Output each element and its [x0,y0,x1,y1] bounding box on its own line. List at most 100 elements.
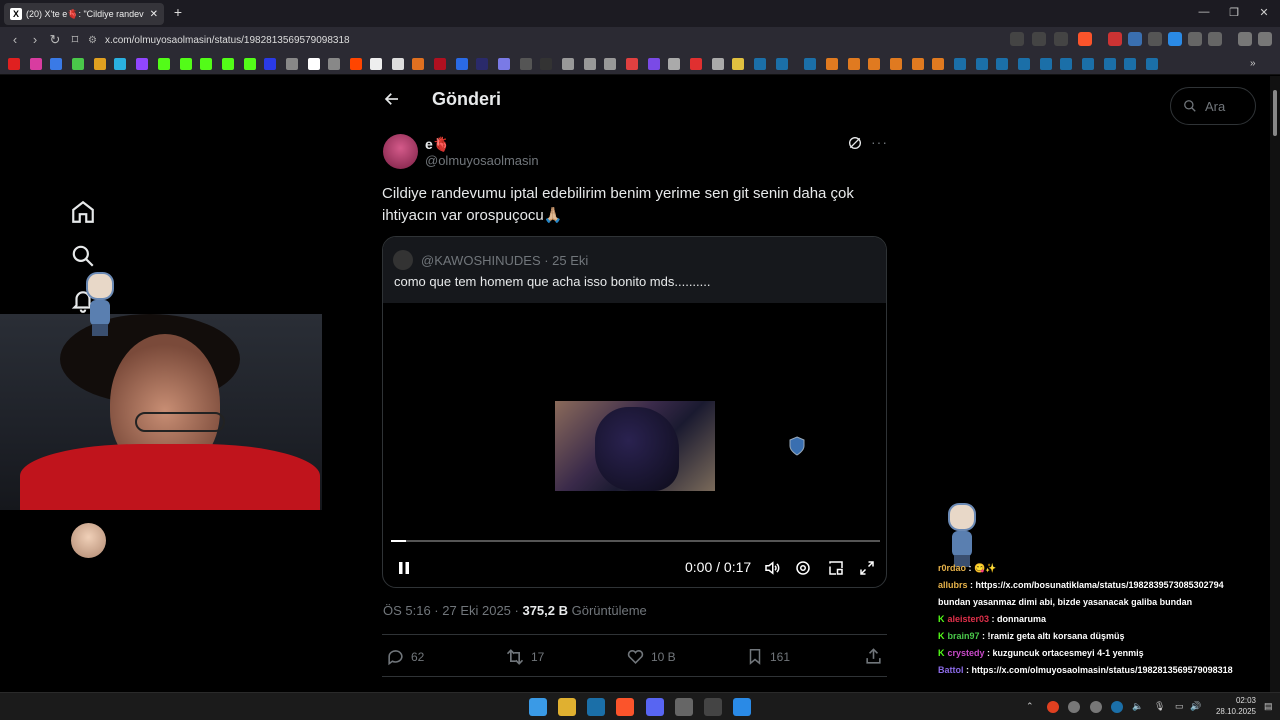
bookmark-icon[interactable] [328,58,340,70]
cast-icon[interactable] [1010,32,1024,46]
minimize-button[interactable]: — [1194,6,1214,18]
bookmark-steam-icon[interactable] [1060,58,1072,70]
more-options-icon[interactable]: ··· [871,134,888,150]
bookmark-kick-icon[interactable] [158,58,170,70]
bookmark-icon[interactable] [626,58,638,70]
bookmark-icon[interactable] [932,58,944,70]
bookmark-icon[interactable]: ⌑ [66,31,84,49]
discord-icon[interactable] [646,698,664,716]
bookmark-amazon-icon[interactable] [392,58,404,70]
maximize-button[interactable]: ❐ [1224,6,1244,19]
bookmarks-overflow-icon[interactable]: » [1250,58,1262,70]
bookmark-icon[interactable] [370,58,382,70]
bookmark-icon[interactable] [434,58,446,70]
app-icon[interactable] [675,698,693,716]
quote-avatar[interactable] [393,250,413,270]
bookmark-icon[interactable] [476,58,488,70]
back-button[interactable]: ‹ [6,31,24,49]
settings-gear-icon[interactable] [794,559,812,577]
video-thumbnail[interactable] [555,401,715,491]
tray-app-icon[interactable] [1068,701,1080,713]
share-button[interactable] [864,647,889,666]
bookmark-icon[interactable] [562,58,574,70]
bookmark-icon[interactable] [890,58,902,70]
bookmark-folder-icon[interactable] [732,58,744,70]
bookmark-button[interactable]: 161 [746,647,790,666]
scrollbar[interactable] [1270,76,1280,692]
quote-handle[interactable]: @KAWOSHINUDES · 25 Eki [421,253,588,268]
steam-icon[interactable] [587,698,605,716]
tray-app-icon[interactable] [1090,701,1102,713]
bookmark-kick-icon[interactable] [180,58,192,70]
bookmark-steam-icon[interactable] [1040,58,1052,70]
bookmark-kick-icon[interactable] [200,58,212,70]
bookmark-icon[interactable] [690,58,702,70]
bookmark-steam-icon[interactable] [996,58,1008,70]
bookmark-icon[interactable] [244,58,256,70]
brave-icon[interactable] [616,698,634,716]
obs-icon[interactable] [704,698,722,716]
search-icon[interactable] [70,243,96,269]
share-icon[interactable] [1054,32,1068,46]
pause-icon[interactable] [396,560,412,576]
bookmark-gmail-icon[interactable] [94,58,106,70]
bookmark-steam-icon[interactable] [954,58,966,70]
close-window-button[interactable]: ✕ [1254,6,1274,19]
address-bar[interactable]: ⚙ x.com/olmuyosaolmasin/status/198281356… [88,30,1002,50]
bookmark-icon[interactable] [912,58,924,70]
bookmark-icon[interactable] [286,58,298,70]
bookmark-icon[interactable] [540,58,552,70]
video-progress-track[interactable] [391,540,880,542]
fullscreen-icon[interactable] [858,559,876,577]
like-button[interactable]: 10 B [626,647,676,666]
microphone-icon[interactable]: 🎙 [1154,701,1166,713]
author-avatar[interactable] [383,134,418,169]
bookmark-icon[interactable] [72,58,84,70]
start-icon[interactable] [529,698,547,716]
quoted-tweet[interactable]: @KAWOSHINUDES · 25 Eki como que tem home… [382,236,887,588]
home-icon[interactable] [70,199,96,225]
bookmark-steam-icon[interactable] [1124,58,1136,70]
back-arrow-icon[interactable] [383,90,401,113]
file-explorer-icon[interactable] [558,698,576,716]
bookmark-steam-icon[interactable] [1082,58,1094,70]
author-name[interactable]: e🫀 [425,136,450,153]
bookmark-twitch-icon[interactable] [136,58,148,70]
bookmark-icon[interactable] [868,58,880,70]
notification-center-icon[interactable]: ▤ [1264,701,1276,713]
bookmark-steam-icon[interactable] [754,58,766,70]
bookmark-steam-icon[interactable] [1104,58,1116,70]
volume-icon[interactable] [763,559,781,577]
app-icon[interactable] [733,698,751,716]
bookmark-icon[interactable] [456,58,468,70]
bookmark-icon[interactable] [648,58,660,70]
extensions-icon[interactable] [1188,32,1202,46]
scrollbar-thumb[interactable] [1273,90,1277,136]
sidebar-toggle-icon[interactable] [1208,32,1222,46]
picture-in-picture-icon[interactable] [827,559,845,577]
bookmark-icon[interactable] [222,58,234,70]
speaker-icon[interactable]: 🔊 [1190,701,1202,713]
network-icon[interactable]: ▭ [1175,701,1187,713]
tab-close-icon[interactable]: ✕ [150,9,158,20]
extension-icon[interactable] [1108,32,1122,46]
tweet-timestamp[interactable]: ÖS 5:16 · 27 Eki 2025 · [383,603,522,618]
repost-button[interactable]: 17 [505,647,544,667]
bookmark-steam-icon[interactable] [976,58,988,70]
bookmark-drive-icon[interactable] [114,58,126,70]
bookmark-x-icon[interactable] [308,58,320,70]
new-tab-button[interactable]: + [170,4,186,22]
extension-icon[interactable] [1168,32,1182,46]
menu-icon[interactable] [1258,32,1272,46]
bookmark-instagram-icon[interactable] [30,58,42,70]
bookmark-icon[interactable] [848,58,860,70]
bookmark-icon[interactable] [50,58,62,70]
reload-button[interactable]: ↻ [46,31,64,49]
bookmark-icon[interactable] [712,58,724,70]
browser-tab[interactable]: X (20) X'te e🫀: "Cildiye randev ✕ [4,3,164,25]
bookmark-reddit-icon[interactable] [350,58,362,70]
bookmark-icon[interactable] [826,58,838,70]
bookmark-steam-icon[interactable] [776,58,788,70]
bookmark-icon[interactable] [604,58,616,70]
tray-overflow-icon[interactable]: ⌃ [1026,701,1038,713]
